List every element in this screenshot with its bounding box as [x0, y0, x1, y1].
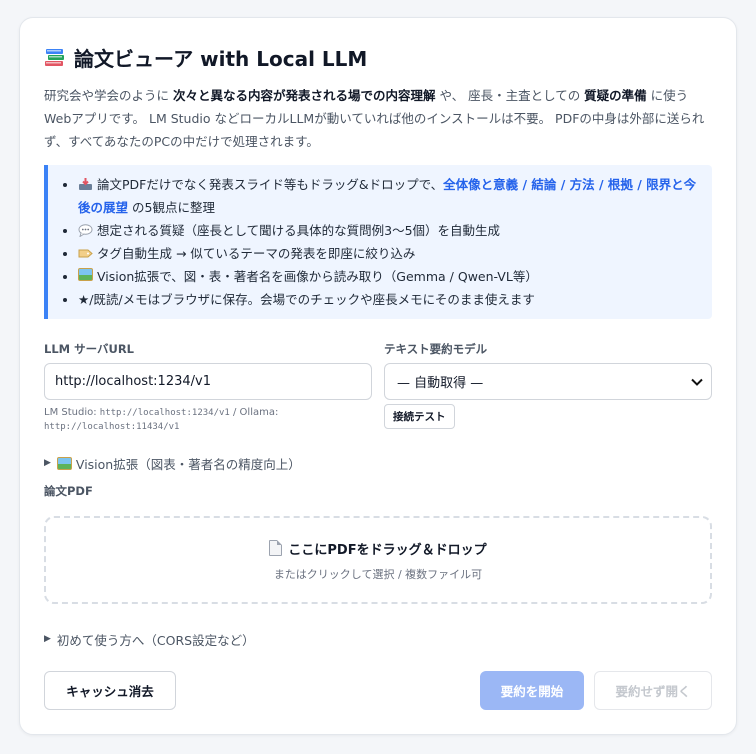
first-use-expander-label: 初めて使う方へ（CORS設定など）	[56, 632, 255, 648]
clear-cache-button[interactable]: キャッシュ消去	[44, 671, 176, 710]
main-card: 論文ビューア with Local LLM 研究会や学会のように 次々と異なる内…	[19, 17, 737, 735]
model-field-group: テキスト要約モデル — 自動取得 — 接続テスト	[384, 341, 712, 434]
feature-list: 論文PDFだけでなく発表スライド等もドラッグ&ドロップで、全体像と意義 / 結論…	[44, 165, 712, 319]
hint-text: LM Studio:	[44, 407, 100, 418]
inbox-tray-icon	[79, 178, 92, 190]
model-label: テキスト要約モデル	[384, 342, 488, 356]
feature-item: ★/既読/メモはブラウザに保存。会場でのチェックや座長メモにそのまま使えます	[78, 288, 700, 311]
action-bar: キャッシュ消去 要約を開始 要約せず開く	[44, 671, 712, 710]
pdf-label: 論文PDF	[44, 484, 93, 498]
feature-text: 想定される質疑（座長として聞ける具体的な質問例3〜5個）を自動生成	[97, 223, 501, 238]
drop-zone-title: ここにPDFをドラッグ＆ドロップ	[269, 539, 487, 558]
hint-code: http://localhost:11434/v1	[44, 422, 180, 432]
intro-bold: 質疑の準備	[584, 88, 647, 103]
intro-part: 研究会や学会のように	[44, 88, 173, 103]
first-use-expander[interactable]: ▶ 初めて使う方へ（CORS設定など）	[44, 630, 712, 648]
intro-text: 研究会や学会のように 次々と異なる内容が発表される場での内容理解 や、 座長・主…	[44, 84, 712, 153]
page-title: 論文ビューア with Local LLM	[44, 42, 712, 72]
page-icon	[269, 540, 283, 556]
vision-expander[interactable]: ▶ Vision拡張（図表・著者名の精度向上）	[44, 454, 712, 472]
disclosure-triangle-icon: ▶	[44, 458, 51, 468]
connection-test-button[interactable]: 接続テスト	[384, 404, 455, 429]
model-select[interactable]: — 自動取得 —	[384, 363, 712, 400]
model-select-value: — 自動取得 —	[397, 376, 484, 391]
page-title-text: 論文ビューア with Local LLM	[74, 46, 368, 71]
open-without-summary-button[interactable]: 要約せず開く	[594, 671, 712, 710]
feature-text: ★/既読/メモはブラウザに保存。会場でのチェックや座長メモにそのまま使えます	[78, 292, 535, 307]
feature-text: タグ自動生成 → 似ているテーマの発表を即座に絞り込み	[97, 246, 416, 261]
settings-row: LLM サーバURL http://localhost:1234/v1 LM S…	[44, 341, 712, 434]
books-icon	[44, 46, 66, 68]
framed-picture-icon	[56, 456, 72, 470]
intro-bold: 次々と異なる内容が発表される場での内容理解	[172, 88, 436, 103]
hint-text: / Ollama:	[229, 407, 279, 418]
feature-item: Vision拡張で、図・表・著者名を画像から読み取り（Gemma / Qwen-…	[78, 265, 700, 288]
chevron-down-icon	[691, 378, 703, 386]
url-field-group: LLM サーバURL http://localhost:1234/v1 LM S…	[44, 341, 372, 434]
feature-item: タグ自動生成 → 似ているテーマの発表を即座に絞り込み	[78, 242, 700, 265]
pdf-drop-zone[interactable]: ここにPDFをドラッグ＆ドロップ またはクリックして選択 / 複数ファイル可	[44, 516, 712, 604]
start-summary-button[interactable]: 要約を開始	[480, 671, 584, 710]
server-url-input[interactable]: http://localhost:1234/v1	[44, 363, 372, 400]
disclosure-triangle-icon: ▶	[44, 634, 51, 644]
hint-code: http://localhost:1234/v1	[99, 408, 230, 418]
url-label: LLM サーバURL	[44, 342, 135, 356]
speech-bubble-icon	[78, 224, 93, 237]
intro-part: や、 座長・主査としての	[435, 88, 585, 103]
tag-icon	[78, 249, 93, 258]
feature-text: 論文PDFだけでなく発表スライド等もドラッグ&ドロップで、	[97, 177, 444, 192]
feature-text: の5観点に整理	[128, 200, 215, 215]
vision-expander-label: Vision拡張（図表・著者名の精度向上）	[75, 456, 301, 472]
feature-item: 想定される質疑（座長として聞ける具体的な質問例3〜5個）を自動生成	[78, 219, 700, 242]
drop-zone-title-text: ここにPDFをドラッグ＆ドロップ	[288, 542, 487, 558]
framed-picture-icon	[78, 268, 93, 281]
drop-zone-subtitle: またはクリックして選択 / 複数ファイル可	[273, 567, 483, 581]
url-hint: LM Studio: http://localhost:1234/v1 / Ol…	[44, 406, 372, 434]
feature-item: 論文PDFだけでなく発表スライド等もドラッグ&ドロップで、全体像と意義 / 結論…	[78, 173, 700, 219]
feature-text: Vision拡張で、図・表・著者名を画像から読み取り（Gemma / Qwen-…	[97, 269, 538, 284]
